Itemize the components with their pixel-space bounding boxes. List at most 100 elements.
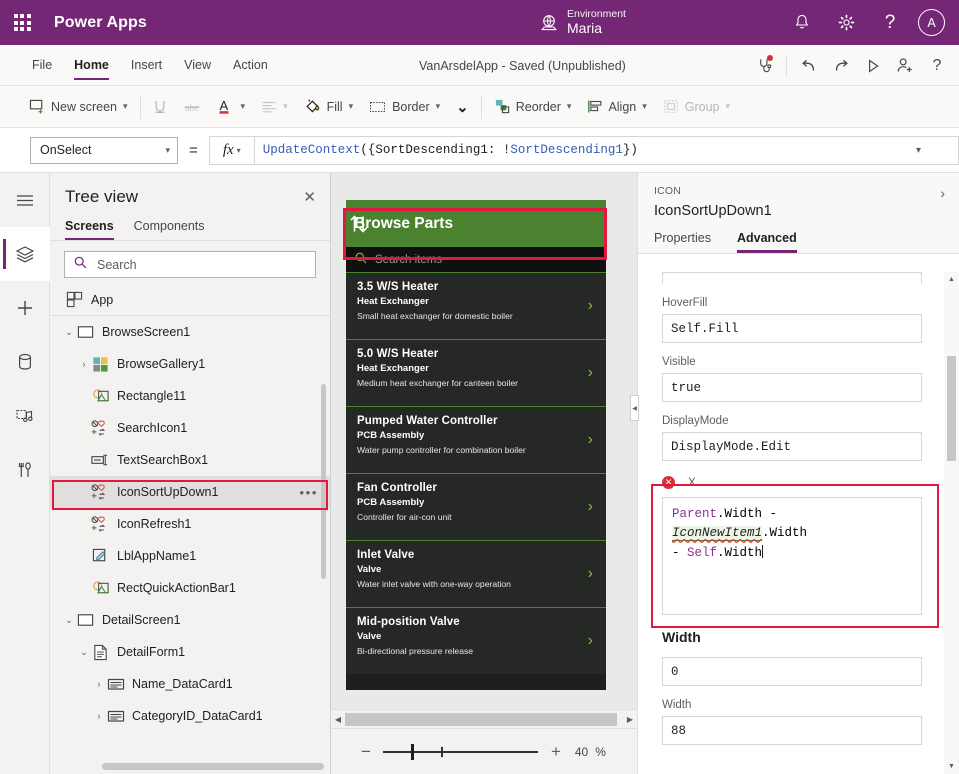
tree-item-rectangle11[interactable]: Rectangle11 xyxy=(50,380,330,412)
gallery-item[interactable]: Pumped Water Controller PCB Assembly Wat… xyxy=(346,406,606,473)
property-value-input[interactable]: 0 xyxy=(662,657,922,686)
scroll-right-icon[interactable]: ▶ xyxy=(623,715,637,724)
gear-icon[interactable] xyxy=(826,0,866,45)
canvas-horizontal-scrollbar[interactable]: ◀ ▶ xyxy=(331,709,637,728)
property-x-input[interactable]: Parent.Width - IconNewItem1.Width - Self… xyxy=(662,497,922,615)
bell-icon[interactable] xyxy=(782,0,822,45)
ribbon-more-button[interactable]: ⌄ xyxy=(448,86,477,128)
tree-view-icon[interactable] xyxy=(0,227,50,281)
chevron-down-icon[interactable]: ⌄ xyxy=(77,647,91,658)
preview-play-icon[interactable] xyxy=(857,45,889,86)
strikethrough-button[interactable]: abc xyxy=(175,86,209,128)
menu-item-insert[interactable]: Insert xyxy=(120,45,173,86)
tab-properties[interactable]: Properties xyxy=(654,231,711,253)
tools-icon[interactable] xyxy=(0,443,50,497)
reorder-button[interactable]: Reorder ▾ xyxy=(486,86,580,128)
chevron-right-icon[interactable]: › xyxy=(588,364,593,382)
help-question-icon[interactable]: ? xyxy=(921,45,953,86)
tab-advanced[interactable]: Advanced xyxy=(737,231,797,253)
group-button[interactable]: Group ▾ xyxy=(655,86,738,128)
property-value-input[interactable]: true xyxy=(662,373,922,402)
tree-horizontal-scrollbar[interactable] xyxy=(102,763,324,770)
scroll-track[interactable] xyxy=(345,713,623,726)
chevron-right-icon[interactable]: › xyxy=(92,679,106,689)
chevron-right-icon[interactable]: › xyxy=(588,565,593,583)
search-input[interactable] xyxy=(95,257,306,273)
tree-item-rectquickactionbar1[interactable]: RectQuickActionBar1 xyxy=(50,572,330,604)
menu-item-view[interactable]: View xyxy=(173,45,222,86)
underline-button[interactable] xyxy=(145,86,175,128)
property-value-input[interactable]: DisplayMode.Edit xyxy=(662,432,922,461)
tree-item-textsearchbox1[interactable]: TextSearchBox1 xyxy=(50,444,330,476)
data-cylinder-icon[interactable] xyxy=(0,335,50,389)
app-header-bar[interactable]: Browse Parts xyxy=(346,200,606,247)
tree-vertical-scrollbar[interactable] xyxy=(321,384,326,579)
tree-item-detailscreen1[interactable]: ⌄ DetailScreen1 xyxy=(50,604,330,636)
chevron-down-icon[interactable]: ⌄ xyxy=(62,615,76,626)
chevron-right-icon[interactable]: › xyxy=(588,498,593,516)
menu-item-home[interactable]: Home xyxy=(63,45,120,86)
tree-item-detailform1[interactable]: ⌄ DetailForm1 xyxy=(50,636,330,668)
font-color-button[interactable]: A ▾ xyxy=(209,86,254,128)
gallery-item[interactable]: Inlet Valve Valve Water inlet valve with… xyxy=(346,540,606,607)
chevron-right-icon[interactable]: › xyxy=(92,711,106,721)
waffle-icon[interactable] xyxy=(0,0,44,45)
scroll-down-icon[interactable]: ▼ xyxy=(944,759,959,774)
menu-item-action[interactable]: Action xyxy=(222,45,279,86)
avatar[interactable]: A xyxy=(918,9,945,36)
tree-item-iconrefresh1[interactable]: IconRefresh1 xyxy=(50,508,330,540)
chevron-right-icon[interactable]: › xyxy=(588,632,593,650)
formula-expand-icon[interactable]: ▾ xyxy=(916,145,921,156)
gallery-item[interactable]: Mid-position Valve Valve Bi-directional … xyxy=(346,607,606,674)
formula-input[interactable]: UpdateContext({SortDescending1: !SortDes… xyxy=(255,136,959,165)
tab-screens[interactable]: Screens xyxy=(65,215,114,240)
tree-item-overview-datacard1[interactable]: ⌄ Overview_DataCard1 xyxy=(50,732,330,739)
tree-item-app[interactable]: App xyxy=(50,284,330,316)
tree-item-searchicon1[interactable]: SearchIcon1 xyxy=(50,412,330,444)
scroll-left-icon[interactable]: ◀ xyxy=(331,715,345,724)
properties-scrollbar[interactable]: ▲ ▼ xyxy=(944,272,959,774)
tree-item-categoryid-datacard1[interactable]: › CategoryID_DataCard1 xyxy=(50,700,330,732)
zoom-slider-handle[interactable] xyxy=(411,744,414,760)
chevron-right-icon[interactable]: › xyxy=(588,431,593,449)
chevron-right-icon[interactable]: › xyxy=(940,185,945,201)
gallery-item[interactable]: Fan Controller PCB Assembly Controller f… xyxy=(346,473,606,540)
tree-item-browsegallery1[interactable]: › BrowseGallery1 xyxy=(50,348,330,380)
error-icon[interactable]: ✕ xyxy=(662,476,675,489)
tree-item-name-datacard1[interactable]: › Name_DataCard1 xyxy=(50,668,330,700)
tree-item-lblappname1[interactable]: LblAppName1 xyxy=(50,540,330,572)
panel-collapse-button[interactable]: ◀ xyxy=(630,395,639,421)
border-button[interactable]: Border ▾ xyxy=(361,86,448,128)
zoom-in-button[interactable]: + xyxy=(551,742,561,762)
app-checker-icon[interactable] xyxy=(748,45,780,86)
app-search-box[interactable]: Search items xyxy=(346,247,606,272)
zoom-slider[interactable] xyxy=(383,744,538,760)
scroll-thumb[interactable] xyxy=(345,713,617,726)
tree-item-iconsortupdown1[interactable]: IconSortUpDown1 ••• xyxy=(50,476,330,508)
align-button[interactable]: Align ▾ xyxy=(579,86,654,128)
media-icon[interactable] xyxy=(0,389,50,443)
tab-components[interactable]: Components xyxy=(134,215,205,240)
gallery-item[interactable]: 5.0 W/S Heater Heat Exchanger Medium hea… xyxy=(346,339,606,406)
gallery-item[interactable]: 3.5 W/S Heater Heat Exchanger Small heat… xyxy=(346,272,606,339)
tree-search-box[interactable] xyxy=(64,251,316,278)
redo-icon[interactable] xyxy=(825,45,857,86)
help-icon[interactable]: ? xyxy=(870,0,910,45)
zoom-out-button[interactable]: − xyxy=(361,742,371,762)
property-value-input[interactable]: 88 xyxy=(662,716,922,745)
insert-plus-icon[interactable] xyxy=(0,281,50,335)
tree-item-more-icon[interactable]: ••• xyxy=(300,485,318,500)
tree-item-browsescreen1[interactable]: ⌄ BrowseScreen1 xyxy=(50,316,330,348)
share-user-icon[interactable] xyxy=(889,45,921,86)
scroll-up-icon[interactable]: ▲ xyxy=(944,272,959,287)
chevron-right-icon[interactable]: › xyxy=(77,359,91,369)
close-icon[interactable]: ✕ xyxy=(303,190,316,205)
undo-icon[interactable] xyxy=(793,45,825,86)
clipped-input[interactable] xyxy=(662,272,922,284)
fx-button[interactable]: fx ▾ xyxy=(209,136,255,165)
chevron-down-icon[interactable]: ⌄ xyxy=(62,327,76,338)
property-select[interactable]: OnSelect ▾ xyxy=(30,137,178,164)
property-value-input[interactable]: Self.Fill xyxy=(662,314,922,343)
new-screen-button[interactable]: New screen ▾ xyxy=(21,86,136,128)
align-text-button[interactable]: ▾ xyxy=(253,86,296,128)
